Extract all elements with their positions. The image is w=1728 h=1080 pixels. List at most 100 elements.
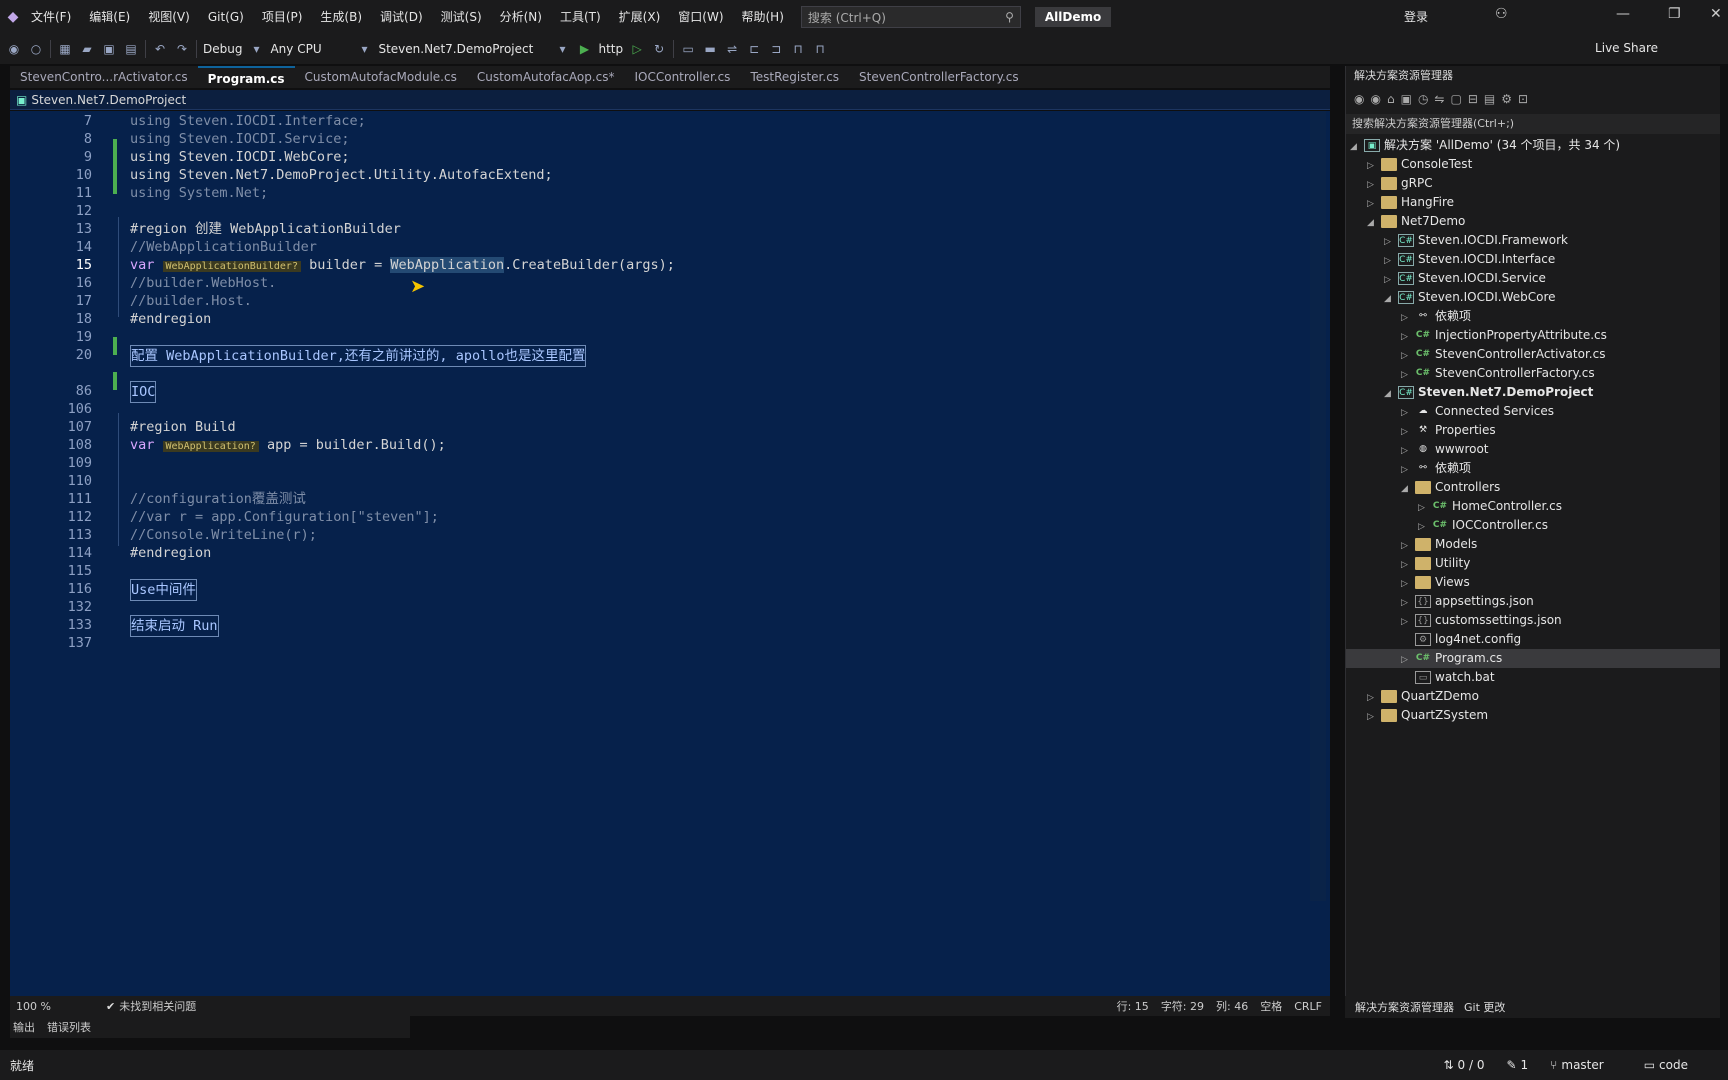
menu-extensions[interactable]: 扩展(X) <box>610 0 670 34</box>
tree-item[interactable]: ▷ ☁ Connected Services <box>1346 402 1720 421</box>
tree-item[interactable]: ▷ QuartZSystem <box>1346 706 1720 725</box>
menu-edit[interactable]: 编辑(E) <box>80 0 139 34</box>
tree-item[interactable]: ▷ C# Program.cs <box>1346 649 1720 668</box>
login-button[interactable]: 登录 <box>1404 8 1428 25</box>
chevron-down-icon[interactable]: ▾ <box>356 41 372 57</box>
tree-item[interactable]: ◢ Controllers <box>1346 478 1720 497</box>
restore-icon[interactable]: ❐ <box>1668 6 1681 22</box>
project-dropdown[interactable]: Steven.Net7.DemoProject <box>31 93 186 107</box>
home-icon[interactable]: ⌂ <box>1387 92 1395 106</box>
zoom-dropdown[interactable]: 100 % <box>16 1000 66 1013</box>
save-icon[interactable]: ▣ <box>101 41 117 57</box>
minimize-icon[interactable]: — <box>1616 6 1630 22</box>
toolbar-icon[interactable]: ⊏ <box>746 41 762 57</box>
run-target-button[interactable]: http <box>598 42 623 56</box>
tab-git-changes[interactable]: Git 更改 <box>1464 999 1505 1015</box>
branch-selector[interactable]: master <box>1561 1058 1603 1072</box>
live-share-button[interactable]: Live Share <box>1595 41 1658 55</box>
switch-views-icon[interactable]: ▣ <box>1401 92 1412 106</box>
pending-edits-count[interactable]: 1 <box>1521 1058 1529 1072</box>
tree-item[interactable]: ▷ C# IOCController.cs <box>1346 516 1720 535</box>
menu-tools[interactable]: 工具(T) <box>551 0 610 34</box>
tree-item[interactable]: ▷ C# StevenControllerActivator.cs <box>1346 345 1720 364</box>
tree-item[interactable]: ▷ ⚯ 依赖项 <box>1346 307 1720 326</box>
collapsed-arrow-icon[interactable]: ▷ <box>1367 708 1381 727</box>
tab-steven-controller-factory[interactable]: StevenControllerFactory.cs <box>849 66 1029 88</box>
tree-item[interactable]: ◢ C# Steven.Net7.DemoProject <box>1346 383 1720 402</box>
start-without-debug-icon[interactable]: ▷ <box>629 41 645 57</box>
tree-item[interactable]: ▷ ⚯ 依赖项 <box>1346 459 1720 478</box>
tab-steven-controller-activator[interactable]: StevenContro...rActivator.cs <box>10 66 198 88</box>
menu-window[interactable]: 窗口(W) <box>669 0 732 34</box>
forward-icon[interactable]: ○ <box>28 41 44 57</box>
sync-icon[interactable]: ⇋ <box>1434 92 1444 106</box>
tree-item[interactable]: ▷ Models <box>1346 535 1720 554</box>
search-input[interactable]: 搜索 (Ctrl+Q) ⚲ <box>800 6 1021 28</box>
menu-git[interactable]: Git(G) <box>199 0 253 34</box>
tree-item[interactable]: ◢ Net7Demo <box>1346 212 1720 231</box>
startup-project-dropdown[interactable]: Steven.Net7.DemoProject <box>378 42 548 56</box>
back-icon[interactable]: ◉ <box>1354 92 1364 106</box>
forward-icon[interactable]: ◉ <box>1370 92 1380 106</box>
tree-item[interactable]: ▷ Utility <box>1346 554 1720 573</box>
tree-item[interactable]: ▷ ◍ wwwroot <box>1346 440 1720 459</box>
tab-program[interactable]: Program.cs <box>197 66 295 88</box>
commits-count[interactable]: 0 / 0 <box>1458 1058 1485 1072</box>
menu-build[interactable]: 生成(B) <box>311 0 371 34</box>
tree-item[interactable]: ◢ C# Steven.IOCDI.WebCore <box>1346 288 1720 307</box>
issues-status[interactable]: 未找到相关问题 <box>119 998 196 1014</box>
tab-error-list[interactable]: 错误列表 <box>47 1019 91 1035</box>
tab-output[interactable]: 输出 <box>13 1019 35 1035</box>
open-folder-icon[interactable]: ▰ <box>79 41 95 57</box>
undo-icon[interactable]: ↶ <box>152 41 168 57</box>
tree-item[interactable]: ▷{} appsettings.json <box>1346 592 1720 611</box>
menu-debug[interactable]: 调试(D) <box>371 0 432 34</box>
toolbar-icon[interactable]: ⊐ <box>768 41 784 57</box>
tree-item[interactable]: ▷ C# Steven.IOCDI.Interface <box>1346 250 1720 269</box>
indent-mode[interactable]: 空格 <box>1260 998 1282 1014</box>
tab-ioc-controller[interactable]: IOCController.cs <box>624 66 740 88</box>
tree-item[interactable]: ▷ ConsoleTest <box>1346 155 1720 174</box>
repository-selector[interactable]: code <box>1659 1058 1688 1072</box>
menu-help[interactable]: 帮助(H) <box>733 0 793 34</box>
collapsed-region[interactable]: 配置 WebApplicationBuilder,还有之前讲过的, apollo… <box>130 345 587 367</box>
tree-item[interactable]: ▭ watch.bat <box>1346 668 1720 687</box>
tree-item[interactable]: ▷ C# InjectionPropertyAttribute.cs <box>1346 326 1720 345</box>
chevron-down-icon[interactable]: ▾ <box>554 41 570 57</box>
tree-item[interactable]: ▷ Views <box>1346 573 1720 592</box>
tree-item[interactable]: ▷ C# StevenControllerFactory.cs <box>1346 364 1720 383</box>
tree-item[interactable]: ▷{} customssettings.json <box>1346 611 1720 630</box>
back-icon[interactable]: ◉ <box>6 41 22 57</box>
menu-project[interactable]: 项目(P) <box>253 0 312 34</box>
toolbar-icon[interactable]: ▭ <box>680 41 696 57</box>
save-all-icon[interactable]: ▤ <box>123 41 139 57</box>
bookmark-icon[interactable]: ⊓ <box>812 41 828 57</box>
tree-item[interactable]: ▷ C# Steven.IOCDI.Service <box>1346 269 1720 288</box>
editor-scrollbar[interactable] <box>1310 111 1326 901</box>
account-icon[interactable]: ⚇ <box>1495 6 1508 22</box>
tab-test-register[interactable]: TestRegister.cs <box>740 66 849 88</box>
preview-icon[interactable]: ⊡ <box>1518 92 1528 106</box>
collapse-all-icon[interactable]: ⊟ <box>1468 92 1478 106</box>
toolbar-icon[interactable]: ⇌ <box>724 41 740 57</box>
refresh-icon[interactable]: ▢ <box>1450 92 1461 106</box>
tree-item[interactable]: ◢ ▣ 解决方案 'AllDemo' (34 个项目，共 34 个) <box>1346 136 1720 155</box>
tree-item[interactable]: ⚙ log4net.config <box>1346 630 1720 649</box>
tab-solution-explorer[interactable]: 解决方案资源管理器 <box>1355 999 1454 1015</box>
tree-item[interactable]: ▷ QuartZDemo <box>1346 687 1720 706</box>
new-item-icon[interactable]: ▦ <box>57 41 73 57</box>
menu-view[interactable]: 视图(V) <box>139 0 199 34</box>
platform-dropdown[interactable]: Any CPU <box>270 42 350 56</box>
hot-reload-icon[interactable]: ↻ <box>651 41 667 57</box>
pending-changes-filter-icon[interactable]: ◷ <box>1418 92 1428 106</box>
line-ending[interactable]: CRLF <box>1294 1000 1322 1013</box>
tab-custom-autofac-module[interactable]: CustomAutofacModule.cs <box>295 66 467 88</box>
tree-item[interactable]: ▷ HangFire <box>1346 193 1720 212</box>
tab-custom-autofac-aop[interactable]: CustomAutofacAop.cs* <box>467 66 625 88</box>
tree-item[interactable]: ▷ C# HomeController.cs <box>1346 497 1720 516</box>
toolbar-icon[interactable]: ▬ <box>702 41 718 57</box>
tree-item[interactable]: ▷ ⚒ Properties <box>1346 421 1720 440</box>
menu-file[interactable]: 文件(F) <box>22 0 80 34</box>
code-editor[interactable]: 7 using Steven.IOCDI.Interface; 8 using St… <box>10 111 1330 996</box>
menu-test[interactable]: 测试(S) <box>432 0 491 34</box>
